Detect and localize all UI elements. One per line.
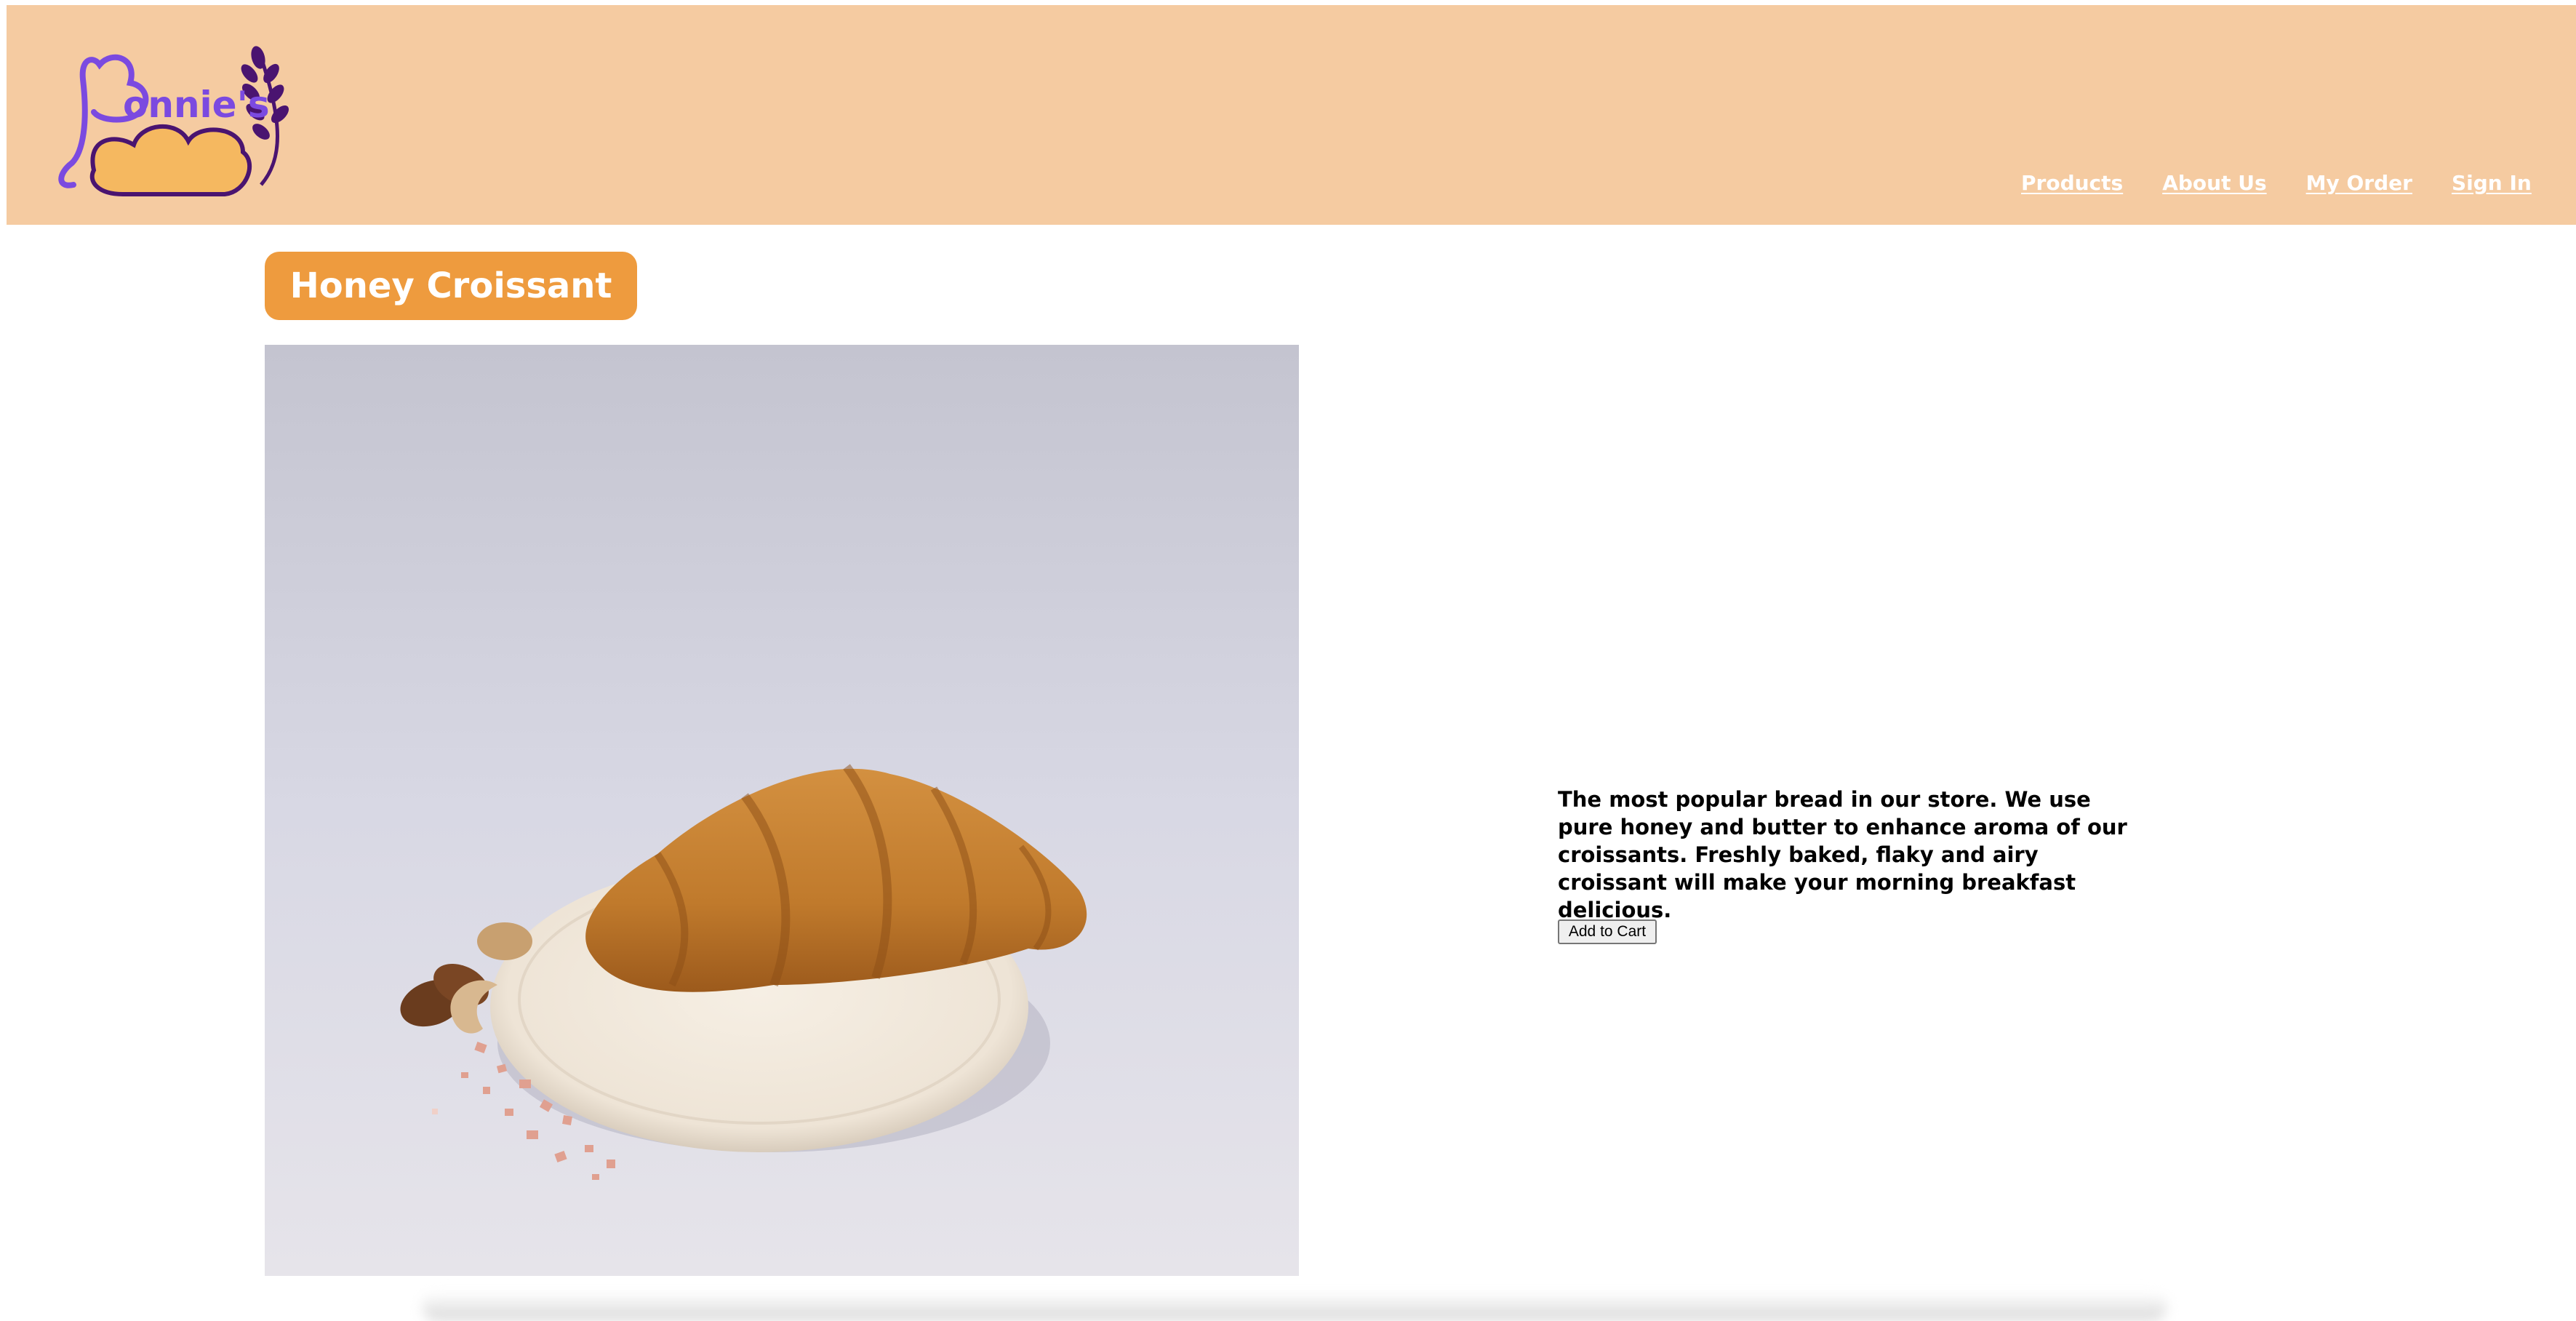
croissant-photo [265,345,1299,1276]
bonnies-logo[interactable]: onnie's [43,36,290,203]
nav-my-order-link[interactable]: My Order [2306,171,2412,195]
footer-shadow [422,1292,2167,1321]
product-title: Honey Croissant [289,266,612,306]
nav-products-link[interactable]: Products [2021,171,2123,195]
svg-text:onnie's: onnie's [123,84,270,126]
nav-about-us-link[interactable]: About Us [2162,171,2266,195]
site-header: onnie's Products About Us My Order Sign … [7,5,2576,225]
add-to-cart-button[interactable]: Add to Cart [1558,919,1657,944]
product-title-badge: Honey Croissant [265,252,637,320]
product-description: The most popular bread in our store. We … [1558,787,2127,922]
nav-sign-in-link[interactable]: Sign In [2452,171,2532,195]
bread-icon [89,124,252,196]
main-nav: Products About Us My Order Sign In [2021,171,2532,195]
